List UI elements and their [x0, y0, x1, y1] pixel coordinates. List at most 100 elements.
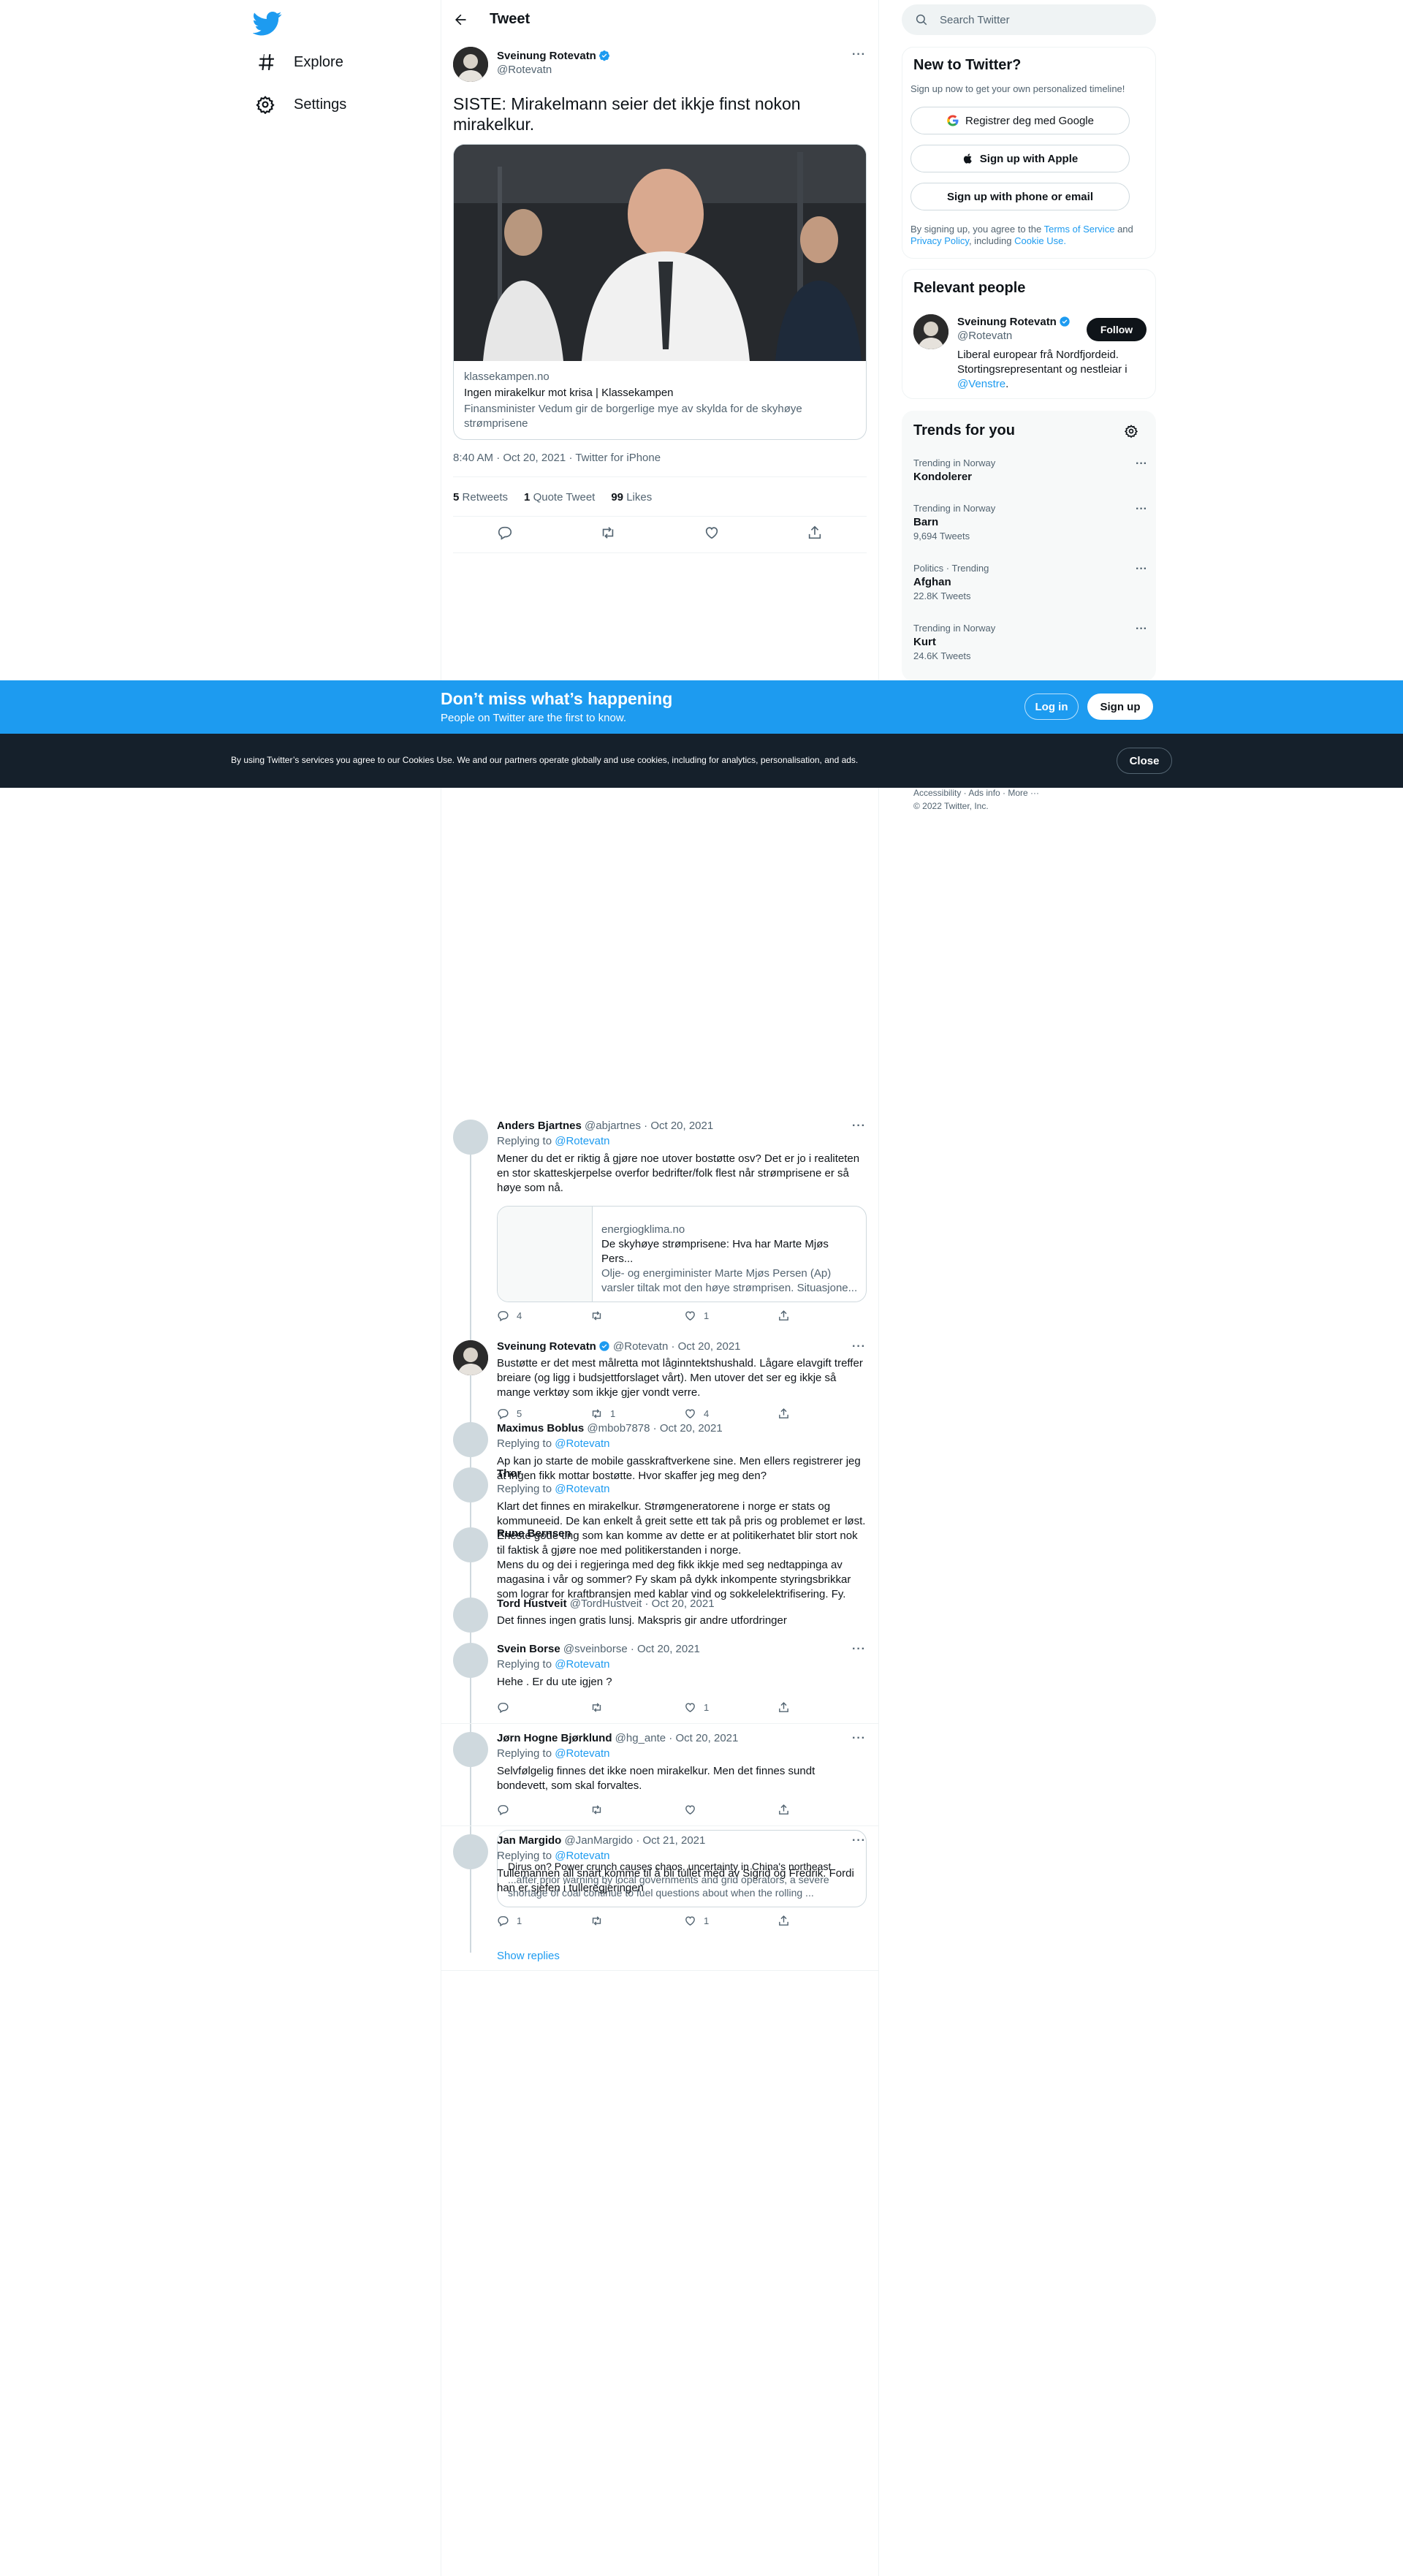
like-action[interactable]: 4	[684, 1407, 713, 1420]
reply-author-name[interactable]: Tord Hustveit	[497, 1597, 567, 1610]
share-icon[interactable]	[807, 525, 823, 541]
author-name[interactable]: Sveinung Rotevatn	[497, 50, 596, 62]
share-action[interactable]	[777, 1915, 807, 1927]
author-block[interactable]: Sveinung Rotevatn @Rotevatn	[497, 50, 610, 76]
reply-author-name[interactable]: Jørn Hogne Bjørklund	[497, 1732, 612, 1744]
retweet-action[interactable]	[590, 1310, 620, 1322]
reply-tweet[interactable]: Maximus Boblus @mbob7878 · Oct 20, 2021 …	[453, 1422, 867, 1482]
nav-explore[interactable]: Explore	[256, 53, 343, 72]
reply-tweet[interactable]: Svein Borse @sveinborse · Oct 20, 2021 ·…	[453, 1643, 867, 1723]
reply-date[interactable]: · Oct 20, 2021	[644, 1120, 713, 1132]
relevant-name[interactable]: Sveinung Rotevatn	[957, 316, 1057, 328]
reply-action[interactable]	[497, 1804, 526, 1816]
footer-links[interactable]: Accessibility · Ads info · More ···	[913, 787, 1039, 799]
reply-tweet[interactable]: Jørn Hogne Bjørklund @hg_ante · Oct 20, …	[453, 1732, 867, 1820]
replying-to-link[interactable]: @Rotevatn	[555, 1135, 609, 1147]
reply-tweet[interactable]: Tord Hustveit @TordHustveit · Oct 20, 20…	[453, 1597, 867, 1630]
apple-signup-button[interactable]: Sign up with Apple	[910, 145, 1130, 172]
share-action[interactable]	[777, 1701, 807, 1714]
reply-author-name[interactable]: Sveinung Rotevatn	[497, 1340, 596, 1353]
like-action[interactable]: 1	[684, 1310, 713, 1322]
trend-more-icon[interactable]: ···	[1136, 457, 1147, 471]
login-button[interactable]: Log in	[1024, 694, 1079, 720]
replying-to-link[interactable]: @Rotevatn	[555, 1437, 609, 1450]
share-action[interactable]	[777, 1407, 807, 1420]
tweet-time[interactable]: 8:40 AM · Oct 20, 2021	[453, 452, 566, 464]
cookie-close-button[interactable]: Close	[1117, 748, 1172, 774]
privacy-link[interactable]: Privacy Policy	[910, 235, 969, 246]
replying-to-link[interactable]: @Rotevatn	[555, 1658, 609, 1671]
tweet-source[interactable]: Twitter for iPhone	[575, 452, 661, 464]
share-action[interactable]	[777, 1804, 807, 1816]
more-options-icon[interactable]: ···	[852, 1643, 866, 1656]
share-action[interactable]	[777, 1310, 807, 1322]
reply-date[interactable]: · Oct 20, 2021	[645, 1597, 715, 1610]
cookie-link[interactable]: Cookie Use.	[1014, 235, 1066, 246]
reply-tweet[interactable]: Sveinung Rotevatn @Rotevatn · Oct 20, 20…	[453, 1340, 867, 1421]
reply-tweet[interactable]: Jan Margido @JanMargido · Oct 21, 2021 ·…	[453, 1830, 867, 1929]
more-options-icon[interactable]: ···	[852, 48, 866, 61]
venstre-link[interactable]: @Venstre	[957, 378, 1005, 390]
retweet-action[interactable]: 1	[590, 1407, 620, 1420]
like-action[interactable]: 1	[684, 1701, 713, 1714]
retweet-icon[interactable]	[600, 525, 616, 541]
trend-item[interactable]: Trending in Norway Kurt 24.6K Tweets ···	[913, 623, 1147, 661]
twitter-logo-icon[interactable]	[253, 9, 282, 38]
reply-author-name[interactable]: Rune Bernsen	[497, 1527, 571, 1540]
reply-action[interactable]: 5	[497, 1407, 526, 1420]
reply-date[interactable]: · Oct 20, 2021	[653, 1422, 723, 1435]
reply-tweet[interactable]: Anders Bjartnes @abjartnes · Oct 20, 202…	[453, 1120, 867, 1324]
relevant-person[interactable]: Sveinung Rotevatn @Rotevatn	[957, 316, 1071, 342]
like-icon[interactable]	[704, 525, 720, 541]
likes-stat[interactable]: 99 Likes	[611, 491, 652, 504]
trend-more-icon[interactable]: ···	[1136, 503, 1147, 516]
reply-date[interactable]: · Oct 20, 2021	[671, 1340, 740, 1353]
trend-more-icon[interactable]: ···	[1136, 563, 1147, 576]
reply-icon[interactable]	[497, 525, 513, 541]
like-action[interactable]: 1	[684, 1915, 713, 1927]
reply-author-name[interactable]: Maximus Boblus	[497, 1422, 584, 1435]
reply-link-card[interactable]: energiogklima.no De skyhøye strømprisene…	[497, 1206, 867, 1302]
replying-to-link[interactable]: @Rotevatn	[555, 1747, 609, 1760]
search-bar[interactable]: Search Twitter	[902, 4, 1156, 35]
reply-date[interactable]: · Oct 20, 2021	[669, 1732, 738, 1744]
trends-settings-icon[interactable]	[1124, 424, 1138, 438]
reply-author-name[interactable]: Svein Borse	[497, 1643, 560, 1655]
relevant-avatar[interactable]	[913, 314, 948, 349]
search-input[interactable]: Search Twitter	[940, 14, 1010, 26]
reply-action[interactable]: 1	[497, 1915, 526, 1927]
signup-button[interactable]: Sign up	[1087, 694, 1153, 720]
retweet-action[interactable]	[590, 1701, 620, 1714]
more-options-icon[interactable]: ···	[852, 1732, 866, 1745]
reply-action[interactable]: 4	[497, 1310, 526, 1322]
reply-tweet[interactable]: Rune Bernsen Mens du og dei i regjeringa…	[453, 1527, 867, 1600]
reply-date[interactable]: · Oct 20, 2021	[631, 1643, 700, 1655]
retweet-action[interactable]	[590, 1804, 620, 1816]
reply-author-name[interactable]: Anders Bjartnes	[497, 1120, 582, 1132]
nav-settings[interactable]: Settings	[256, 95, 346, 114]
retweet-action[interactable]	[590, 1915, 620, 1927]
quotes-label: Quote Tweet	[533, 491, 596, 504]
google-signup-button[interactable]: Registrer deg med Google	[910, 107, 1130, 134]
terms-link[interactable]: Terms of Service	[1044, 224, 1115, 235]
trend-item[interactable]: Trending in Norway Kondolerer ···	[913, 457, 1147, 483]
back-arrow-icon[interactable]	[453, 12, 468, 27]
follow-button[interactable]: Follow	[1087, 318, 1147, 341]
more-options-icon[interactable]: ···	[852, 1120, 866, 1133]
quotes-stat[interactable]: 1 Quote Tweet	[524, 491, 595, 504]
reply-author-name[interactable]: Thor	[497, 1467, 521, 1480]
like-action[interactable]	[684, 1804, 713, 1816]
more-options-icon[interactable]: ···	[852, 1340, 866, 1353]
reply-action[interactable]	[497, 1701, 526, 1714]
phone-signup-button[interactable]: Sign up with phone or email	[910, 183, 1130, 210]
show-replies-link[interactable]: Show replies	[497, 1950, 560, 1962]
reply-tweet[interactable]: Thor Replying to @Rotevatn Klart det fin…	[453, 1467, 867, 1557]
trend-item[interactable]: Trending in Norway Barn 9,694 Tweets ···	[913, 503, 1147, 542]
trend-item[interactable]: Politics · Trending Afghan 22.8K Tweets …	[913, 563, 1147, 601]
link-card[interactable]: klassekampen.no Ingen mirakelkur mot kri…	[453, 144, 867, 440]
retweets-stat[interactable]: 5 Retweets	[453, 491, 508, 504]
author-avatar[interactable]	[453, 47, 488, 82]
trend-more-icon[interactable]: ···	[1136, 623, 1147, 636]
replying-to-link[interactable]: @Rotevatn	[555, 1483, 609, 1495]
retweet-icon	[592, 1409, 601, 1418]
